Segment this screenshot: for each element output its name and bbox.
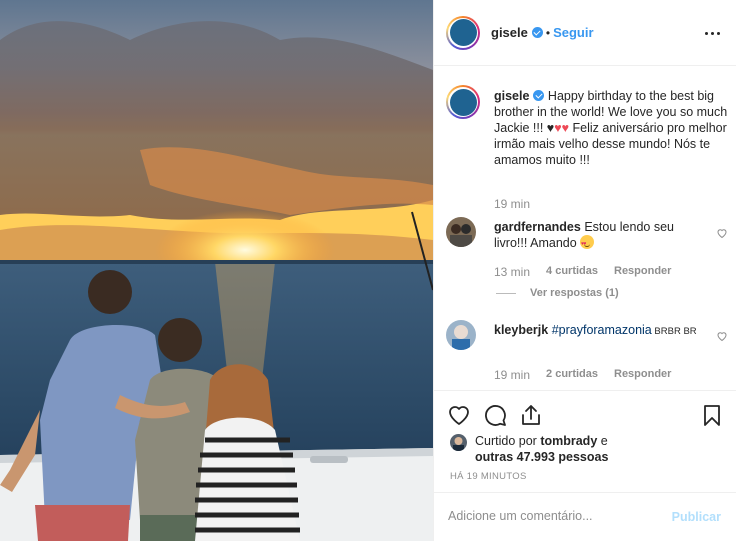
more-options-icon[interactable] bbox=[705, 27, 721, 39]
comment-username[interactable]: kleyberjk bbox=[494, 323, 548, 337]
liker-avatar[interactable] bbox=[450, 434, 467, 451]
follow-button[interactable]: Seguir bbox=[553, 25, 593, 40]
other-likers-link[interactable]: outras 47.993 pessoas bbox=[475, 450, 608, 464]
post-header: gisele • Seguir bbox=[434, 0, 736, 66]
liker-photo bbox=[450, 434, 467, 451]
heart-eyes-emoji-icon bbox=[580, 235, 595, 252]
add-comment-bar: Publicar bbox=[434, 492, 736, 541]
comment-likes-link[interactable]: 4 curtidas bbox=[546, 265, 598, 279]
comment-time[interactable]: 13 min bbox=[494, 265, 530, 279]
author-avatar[interactable] bbox=[446, 15, 480, 50]
comment-time[interactable]: 19 min bbox=[494, 368, 530, 382]
red-hearts-icon: ♥♥ bbox=[554, 121, 570, 135]
post-photo[interactable] bbox=[0, 0, 433, 541]
replies-divider-line bbox=[496, 292, 516, 294]
comment-text: kleyberjk #prayforamazonia BRBR BR bbox=[494, 323, 697, 337]
comment-like-heart-icon[interactable] bbox=[716, 227, 728, 239]
sunset-boat-photo bbox=[0, 0, 433, 541]
caption-time[interactable]: 19 min bbox=[494, 197, 530, 211]
comment-username[interactable]: gardfernandes bbox=[494, 220, 581, 234]
verified-badge-icon bbox=[531, 27, 543, 38]
heart-outline-icon[interactable] bbox=[447, 403, 471, 427]
commenter-photo bbox=[446, 217, 476, 247]
verified-badge-icon bbox=[533, 90, 545, 101]
comment-text: gardfernandes Estou lendo seu livro!!! A… bbox=[494, 219, 706, 252]
hashtag-link[interactable]: #prayforamazonia bbox=[552, 323, 652, 337]
caption-item: gisele Happy birthday to the best big br… bbox=[446, 85, 728, 225]
bookmark-icon[interactable] bbox=[700, 403, 724, 427]
post-actions: Curtido por tombrady e outras 47.993 pes… bbox=[434, 390, 736, 540]
publish-button[interactable]: Publicar bbox=[672, 510, 721, 524]
comment-icon[interactable] bbox=[483, 403, 507, 427]
author-username[interactable]: gisele bbox=[491, 25, 543, 40]
comment-like-heart-icon[interactable] bbox=[716, 330, 728, 342]
caption-avatar[interactable] bbox=[446, 85, 480, 119]
caption-meta: 19 min bbox=[494, 197, 530, 211]
commenter-avatar[interactable] bbox=[446, 320, 476, 350]
post-timestamp[interactable]: HÁ 19 MINUTOS bbox=[450, 471, 527, 482]
liker-username[interactable]: tombrady bbox=[540, 434, 597, 448]
commenter-avatar[interactable] bbox=[446, 217, 476, 247]
reply-button[interactable]: Responder bbox=[614, 368, 671, 382]
caption-username[interactable]: gisele bbox=[494, 89, 529, 103]
share-icon[interactable] bbox=[519, 403, 543, 427]
caption-text: gisele Happy birthday to the best big br… bbox=[494, 89, 728, 167]
liked-by: Curtido por tombrady e outras 47.993 pes… bbox=[450, 433, 635, 465]
liked-by-text: Curtido por tombrady e outras 47.993 pes… bbox=[475, 434, 609, 464]
post-side-panel: gisele • Seguir gisele Happy birthday to… bbox=[433, 0, 736, 541]
comment-likes-link[interactable]: 2 curtidas bbox=[546, 368, 598, 382]
reply-button[interactable]: Responder bbox=[614, 265, 671, 279]
comment-meta: 19 min 2 curtidas Responder bbox=[494, 368, 671, 382]
view-replies-button[interactable]: Ver respostas (1) bbox=[496, 287, 619, 299]
header-separator: • bbox=[545, 25, 551, 40]
comments-list[interactable]: gisele Happy birthday to the best big br… bbox=[434, 67, 736, 390]
comment-item: kleyberjk #prayforamazonia BRBR BR 19 mi… bbox=[446, 320, 728, 390]
commenter-photo bbox=[446, 320, 476, 350]
comment-input[interactable] bbox=[448, 509, 658, 523]
comment-meta: 13 min 4 curtidas Responder bbox=[494, 265, 671, 279]
